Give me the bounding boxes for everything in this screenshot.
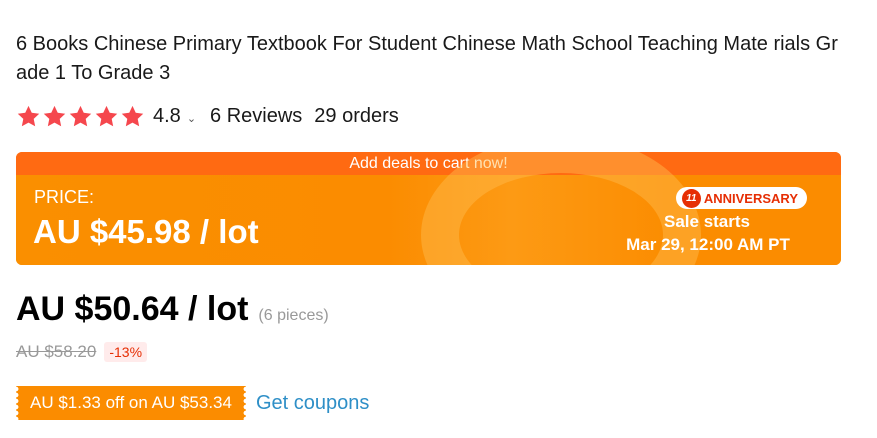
star-icon — [17, 105, 40, 126]
product-title: 6 Books Chinese Primary Textbook For Stu… — [16, 33, 838, 84]
anniversary-logo-icon: 11 — [681, 188, 701, 208]
coupon-row: AU $1.33 off on AU $53.34 Get coupons — [16, 386, 369, 420]
rating-value[interactable]: 4.8 — [153, 105, 181, 128]
sale-starts-label: Sale starts — [664, 212, 750, 231]
coupon-tag[interactable]: AU $1.33 off on AU $53.34 — [16, 386, 246, 420]
original-price: AU $58.20 — [16, 342, 97, 361]
orders-count: 29 orders — [314, 104, 399, 127]
star-icon — [95, 105, 118, 126]
anniversary-text: ANNIVERSARY — [703, 190, 798, 206]
deal-price-label: PRICE: — [34, 187, 95, 207]
get-coupons-link[interactable]: Get coupons — [256, 392, 369, 415]
chevron-down-icon[interactable]: ⌄ — [187, 112, 196, 125]
reviews-link[interactable]: 6 Reviews — [210, 105, 302, 128]
main-price-row: AU $50.64 / lot (6 pieces) — [16, 290, 329, 329]
pieces-count: (6 pieces) — [258, 307, 329, 324]
main-price: AU $50.64 / lot — [16, 290, 249, 328]
deal-price: AU $45.98 / lot — [33, 213, 259, 250]
star-icon — [43, 105, 66, 126]
sale-start-date: Mar 29, 12:00 AM PT — [626, 235, 790, 254]
star-rating — [16, 104, 145, 129]
deal-banner-header: Add deals to cart now! — [16, 152, 841, 175]
rating-row: 4.8 ⌄ 6 Reviews 29 orders — [16, 102, 399, 130]
deal-banner: Add deals to cart now! PRICE: AU $45.98 … — [16, 152, 841, 265]
star-icon — [121, 105, 144, 126]
deal-banner-body: PRICE: AU $45.98 / lot 11 ANNIVERSARY Sa… — [16, 152, 841, 265]
discount-badge: -13% — [104, 342, 148, 362]
old-price-row: AU $58.20 -13% — [16, 342, 148, 362]
anniversary-badge: 11 ANNIVERSARY — [675, 187, 807, 209]
star-icon — [69, 105, 92, 126]
